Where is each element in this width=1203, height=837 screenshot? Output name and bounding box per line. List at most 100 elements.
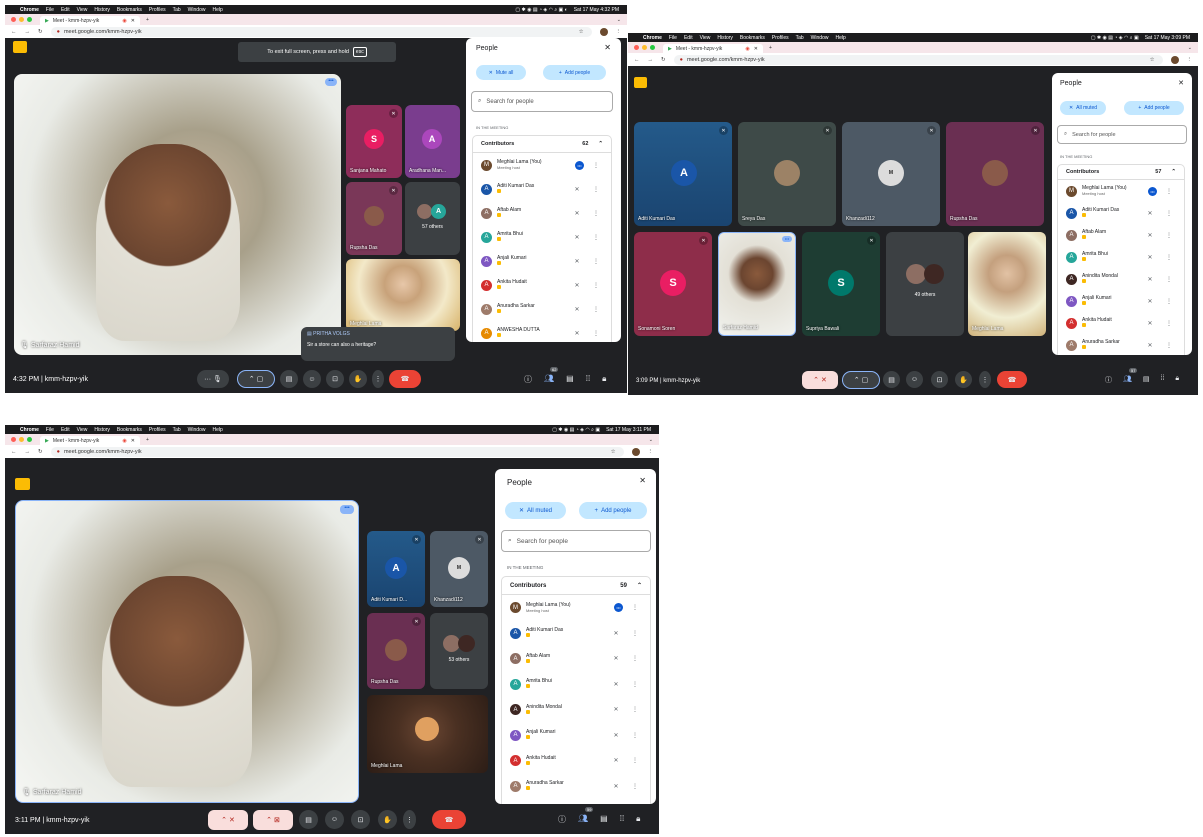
participant-tile[interactable]: ✕ A Aditi Kumari D... (367, 531, 425, 607)
self-tile[interactable]: Meghlai Lama (346, 259, 460, 331)
url-field[interactable]: ● meet.google.com/kmm-hzpv-yik ☆ (50, 446, 624, 457)
raise-hand-button[interactable]: ✋ (378, 810, 397, 829)
more-options-icon[interactable]: ⋮ (589, 234, 603, 241)
chat-icon[interactable]: ▤ (600, 814, 608, 825)
menu-tab[interactable]: Tab (796, 35, 804, 41)
reload-icon[interactable]: ↻ (38, 29, 43, 35)
mic-off-icon[interactable]: ✕ (1143, 210, 1157, 217)
back-icon[interactable]: ← (11, 449, 17, 455)
captions-button[interactable]: ▤ (280, 370, 298, 388)
close-icon[interactable]: ✕ (754, 46, 758, 52)
more-options-icon[interactable]: ⋮ (628, 757, 642, 764)
participant-row[interactable]: A Ankita Hudait ✕ ⋮ (1058, 312, 1184, 334)
participant-tile[interactable]: ✕ Rupsha Das (946, 122, 1044, 226)
speaking-icon[interactable]: ••• (575, 160, 584, 170)
more-options-icon[interactable]: ••• (340, 505, 354, 514)
menu-file[interactable]: File (46, 427, 54, 433)
contributors-header[interactable]: Contributors 57 ⌃ (1058, 165, 1184, 180)
chevron-up-icon[interactable]: ⌃ (637, 582, 642, 589)
lock-icon[interactable]: 🔒︎ (1175, 375, 1179, 385)
menu-bookmarks[interactable]: Bookmarks (740, 35, 765, 41)
more-options-icon[interactable]: ⋮ (589, 210, 603, 217)
menu-history[interactable]: History (717, 35, 733, 41)
mic-off-icon[interactable]: ✕ (1143, 254, 1157, 261)
more-options-icon[interactable]: ⋮ (589, 330, 603, 337)
activities-icon[interactable]: ⁞⁞ (620, 814, 624, 825)
forward-icon[interactable]: → (25, 449, 31, 455)
more-options-icon[interactable]: ⋮ (1162, 210, 1176, 217)
meeting-info-icon[interactable] (13, 41, 27, 53)
menu-history[interactable]: History (94, 7, 110, 13)
emoji-button[interactable]: ☺ (325, 810, 344, 829)
lock-icon[interactable]: 🔒︎ (602, 374, 606, 385)
participant-row[interactable]: A Anjali Kumari ✕ ⋮ (502, 723, 650, 749)
participant-row[interactable]: A Aditi Kumari Das ✕ ⋮ (502, 621, 650, 647)
menu-help[interactable]: Help (212, 427, 222, 433)
more-options-icon[interactable]: ⋮ (628, 732, 642, 739)
participant-tile[interactable]: ✕ S Sonamoni Soren (634, 232, 712, 336)
participant-row[interactable]: A Ankita Hudait ✕ ⋮ (473, 273, 611, 297)
mic-off-icon[interactable]: ✕ (609, 655, 623, 662)
browser-tab[interactable]: ▶ Meet - kmm-hzpv-yik ◉ ✕ (40, 436, 140, 445)
more-options-icon[interactable]: ⋮ (628, 783, 642, 790)
people-icon[interactable]: 👥︎ (544, 374, 554, 385)
participant-tile[interactable]: A Aradhana Man... (405, 105, 460, 178)
forward-icon[interactable]: → (25, 29, 31, 35)
mic-off-icon[interactable]: ✕ (1143, 342, 1157, 349)
speaking-icon[interactable]: ••• (1148, 186, 1157, 196)
participant-row[interactable]: A Aftab Alam ✕ ⋮ (1058, 224, 1184, 246)
mic-off-icon[interactable]: ✕ (1143, 320, 1157, 327)
menu-profiles[interactable]: Profiles (772, 35, 789, 41)
menu-file[interactable]: File (669, 35, 677, 41)
more-menu-icon[interactable]: ⋮ (616, 29, 622, 35)
search-input[interactable]: ⌕ Search for people (1057, 125, 1187, 144)
bookmark-star-icon[interactable]: ☆ (1150, 57, 1155, 63)
new-tab-icon[interactable]: + (146, 17, 149, 23)
participant-row[interactable]: A Aditi Kumari Das ✕ ⋮ (1058, 202, 1184, 224)
back-icon[interactable]: ← (11, 29, 17, 35)
chevron-down-icon[interactable]: ⌄ (1188, 45, 1192, 51)
mic-off-icon[interactable]: ✕ (609, 706, 623, 713)
participant-row[interactable]: A Anuradha Sarkar ✕ ⋮ (502, 774, 650, 800)
menu-window[interactable]: Window (188, 427, 206, 433)
chevron-down-icon[interactable]: ⌄ (617, 17, 621, 23)
reload-icon[interactable]: ↻ (38, 449, 43, 455)
people-icon[interactable]: 👥︎ (1123, 375, 1132, 385)
chevron-up-icon[interactable]: ⌃ (598, 141, 603, 147)
mic-off-icon[interactable]: ✕ (609, 783, 623, 790)
back-icon[interactable]: ← (634, 57, 640, 63)
raise-hand-button[interactable]: ✋ (349, 370, 367, 388)
url-field[interactable]: ● meet.google.com/kmm-hzpv-yik ☆ (673, 54, 1163, 65)
participant-row[interactable]: A Aftab Alam ✕ ⋮ (473, 201, 611, 225)
chevron-up-icon[interactable]: ⌃ (1171, 169, 1176, 175)
more-options-icon[interactable]: ⋮ (628, 630, 642, 637)
mic-off-icon[interactable]: ✕ (609, 681, 623, 688)
mute-all-button[interactable]: ✕ Mute all (476, 65, 526, 80)
present-button[interactable]: ⊡ (326, 370, 344, 388)
more-options-icon[interactable]: ⋮ (589, 162, 603, 169)
reload-icon[interactable]: ↻ (661, 57, 666, 63)
mic-off-icon[interactable]: ✕ (609, 757, 623, 764)
mic-toggle-button[interactable]: ⌃ ✕ (802, 371, 838, 389)
mic-off-icon[interactable]: ✕ (609, 630, 623, 637)
emoji-button[interactable]: ☺ (303, 370, 321, 388)
raise-hand-button[interactable]: ✋ (955, 371, 972, 388)
participant-row[interactable]: A Amrita Bhui ✕ ⋮ (473, 225, 611, 249)
participant-row[interactable]: M Meghlai Lama (You) Meeting host ••• ⋮ (473, 153, 611, 177)
mic-off-icon[interactable]: ✕ (1143, 232, 1157, 239)
more-options-icon[interactable]: ⋮ (628, 706, 642, 713)
mic-off-icon[interactable]: ✕ (570, 186, 584, 193)
menu-profiles[interactable]: Profiles (149, 427, 166, 433)
chat-icon[interactable]: ▤ (1143, 375, 1150, 385)
camera-button[interactable]: ⌃ ▢ (842, 371, 880, 389)
app-name[interactable]: Chrome (20, 427, 39, 433)
menu-profiles[interactable]: Profiles (149, 7, 166, 13)
captions-button[interactable]: ▤ (883, 371, 900, 388)
people-icon[interactable]: 👥︎ (578, 814, 588, 825)
menu-edit[interactable]: Edit (61, 427, 70, 433)
menu-file[interactable]: File (46, 7, 54, 13)
more-menu-icon[interactable]: ⋮ (1187, 57, 1193, 63)
participant-row[interactable]: A ANWESHA DUTTA ✕ ⋮ (473, 321, 611, 342)
activities-icon[interactable]: ⁞⁞ (586, 374, 590, 385)
participant-tile[interactable]: ✕ M Khanzadi112 (842, 122, 940, 226)
